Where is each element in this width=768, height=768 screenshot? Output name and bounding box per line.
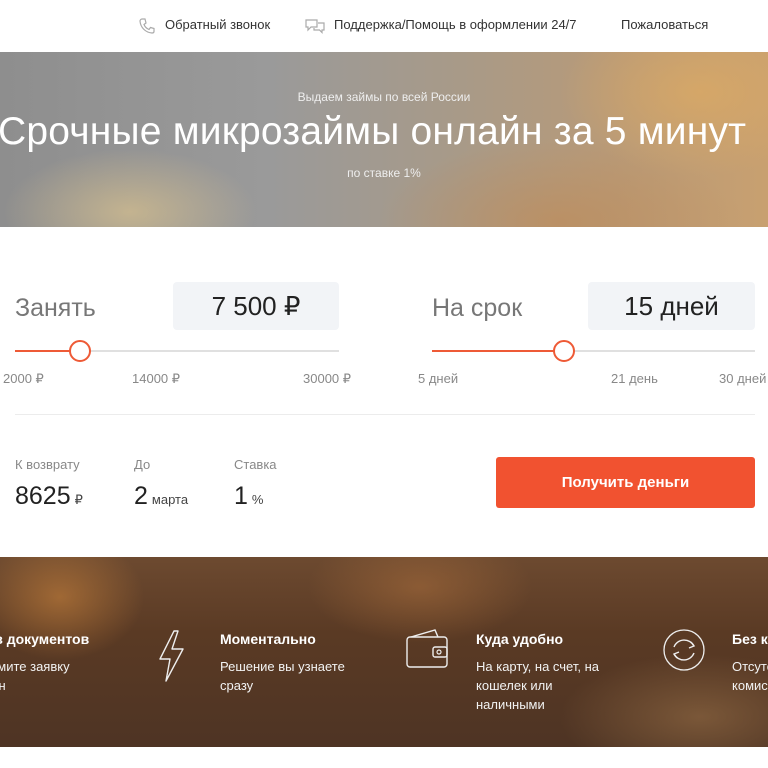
term-tick-max: 30 дней	[719, 371, 767, 386]
phone-icon	[139, 18, 155, 34]
feature-text-instant: Решение вы узнаете сразу	[220, 659, 345, 693]
feature-title-documents: Без документов	[0, 631, 90, 647]
rate-number: 1	[234, 482, 248, 510]
calculator-divider	[15, 414, 755, 415]
amount-slider-handle[interactable]	[68, 340, 91, 362]
features-strip: Без документов Оформите заявку онлайн Мо…	[0, 557, 768, 747]
amount-slider[interactable]	[15, 340, 339, 362]
term-slider-handle[interactable]	[553, 340, 576, 362]
return-amount: 8625	[15, 482, 71, 510]
chat-icon	[305, 19, 325, 34]
get-money-button[interactable]: Получить деньги	[496, 457, 755, 508]
term-tick-min: 5 дней	[418, 371, 459, 386]
amount-tick-min: 2000 ₽	[3, 371, 44, 386]
rate-label: Ставка	[234, 457, 277, 472]
rate-value: 1%	[234, 482, 263, 511]
feature-title-instant: Моментально	[220, 631, 316, 647]
term-slider-fill	[432, 350, 565, 352]
lightning-icon	[159, 630, 184, 682]
hero-rate: по ставке 1%	[347, 166, 421, 180]
term-slider[interactable]	[432, 340, 755, 362]
feature-title-convenient: Куда удобно	[476, 631, 564, 647]
feature-text-convenient: На карту, на счет, на кошелек или наличн…	[476, 659, 599, 712]
page-bottom	[0, 747, 768, 768]
support-label: Поддержка/Помощь в оформлении 24/7	[334, 17, 577, 32]
hero-title: Срочные микрозаймы онлайн за 5 минут	[0, 110, 747, 153]
complain-link[interactable]: Пожаловаться	[621, 17, 708, 32]
term-field[interactable]: 15 дней	[588, 282, 755, 330]
top-bar: Обратный звонок Поддержка/Помощь в оформ…	[0, 0, 768, 52]
amount-field[interactable]: 7 500 ₽	[173, 282, 339, 330]
until-value: 2 марта	[134, 482, 188, 511]
amount-tick-max: 30000 ₽	[303, 371, 352, 386]
feature-text-documents: Оформите заявку онлайн	[0, 659, 70, 693]
callback-label: Обратный звонок	[165, 17, 271, 32]
return-unit: ₽	[74, 492, 83, 507]
callback-link[interactable]: Обратный звонок	[137, 17, 271, 34]
until-month: марта	[151, 492, 189, 507]
hero-banner: Выдаем займы по всей России Срочные микр…	[0, 52, 768, 227]
term-tick-mid: 21 день	[611, 371, 658, 386]
amount-label: Занять	[15, 294, 96, 322]
hero-subtitle: Выдаем займы по всей России	[297, 90, 471, 104]
support-link[interactable]: Поддержка/Помощь в оформлении 24/7	[304, 17, 577, 34]
until-label: До	[134, 457, 151, 472]
feature-title-no-fee: Без комиссий	[732, 631, 768, 647]
return-value: 8625 ₽	[15, 482, 83, 511]
refresh-icon	[663, 629, 705, 671]
wallet-icon	[406, 629, 448, 668]
until-day: 2	[134, 482, 148, 510]
return-label: К возврату	[15, 457, 80, 472]
rate-unit: %	[251, 492, 264, 507]
amount-tick-mid: 14000 ₽	[132, 371, 181, 386]
loan-calculator: Занять 7 500 ₽ 2000 ₽ 14000 ₽ 30000 ₽ На…	[0, 227, 768, 557]
term-label: На срок	[432, 294, 523, 322]
feature-text-no-fee: Отсутствие комиссий	[732, 659, 768, 693]
